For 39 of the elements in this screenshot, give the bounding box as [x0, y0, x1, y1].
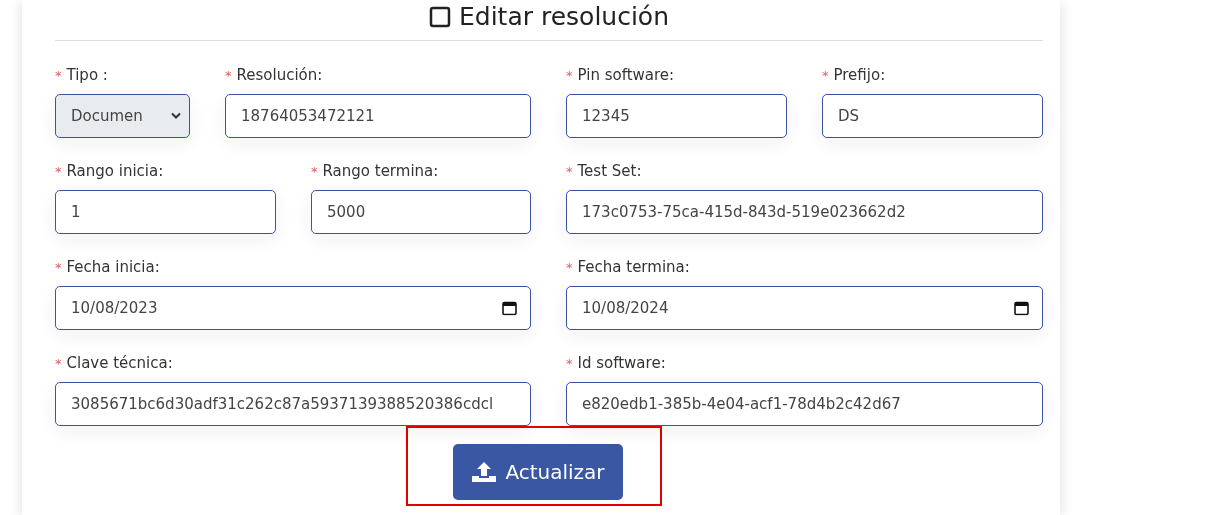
field-label: Fecha termina: — [577, 258, 690, 276]
field-label: Test Set: — [577, 162, 642, 180]
chevron-down-icon — [171, 112, 181, 120]
input-field[interactable]: 1 — [55, 190, 276, 234]
required-mark: * — [311, 163, 318, 179]
required-mark: * — [566, 163, 573, 179]
field-label: Clave técnica: — [66, 354, 173, 372]
input-field[interactable]: e820edb1-385b-4e04-acf1-78d4b2c42d67 — [566, 382, 1043, 426]
field-label: Pin software: — [577, 66, 675, 84]
upload-icon — [471, 461, 498, 483]
field-label: Rango termina: — [322, 162, 439, 180]
select-field[interactable]: Documen — [55, 94, 190, 138]
required-mark: * — [55, 163, 62, 179]
input-field[interactable]: 12345 — [566, 94, 787, 138]
field-label: Resolución: — [236, 66, 323, 84]
required-mark: * — [566, 259, 573, 275]
input-field[interactable]: 5000 — [311, 190, 531, 234]
required-mark: * — [55, 355, 62, 371]
required-mark: * — [55, 67, 62, 83]
date-field[interactable]: 10/08/2023 — [55, 286, 531, 330]
input-field[interactable]: 18764053472121 — [225, 94, 531, 138]
required-mark: * — [566, 67, 573, 83]
input-field[interactable]: 3085671bc6d30adf31c262c87a5937139388520386cdcl — [55, 382, 531, 426]
calendar-icon[interactable] — [1014, 300, 1029, 316]
field-label: Rango inicia: — [66, 162, 164, 180]
field-label: Tipo : — [66, 66, 108, 84]
field-label: Prefijo: — [833, 66, 886, 84]
input-field[interactable]: 173c0753-75ca-415d-843d-519e023662d2 — [566, 190, 1043, 234]
calendar-icon[interactable] — [502, 300, 517, 316]
input-field[interactable]: DS — [822, 94, 1043, 138]
required-mark: * — [225, 67, 232, 83]
field-label: Fecha inicia: — [66, 258, 160, 276]
required-mark: * — [822, 67, 829, 83]
form-title: Editar resolución — [459, 2, 669, 31]
field-label: Id software: — [577, 354, 666, 372]
required-mark: * — [566, 355, 573, 371]
date-field[interactable]: 10/08/2024 — [566, 286, 1043, 330]
update-button[interactable]: Actualizar — [453, 444, 623, 500]
required-mark: * — [55, 259, 62, 275]
